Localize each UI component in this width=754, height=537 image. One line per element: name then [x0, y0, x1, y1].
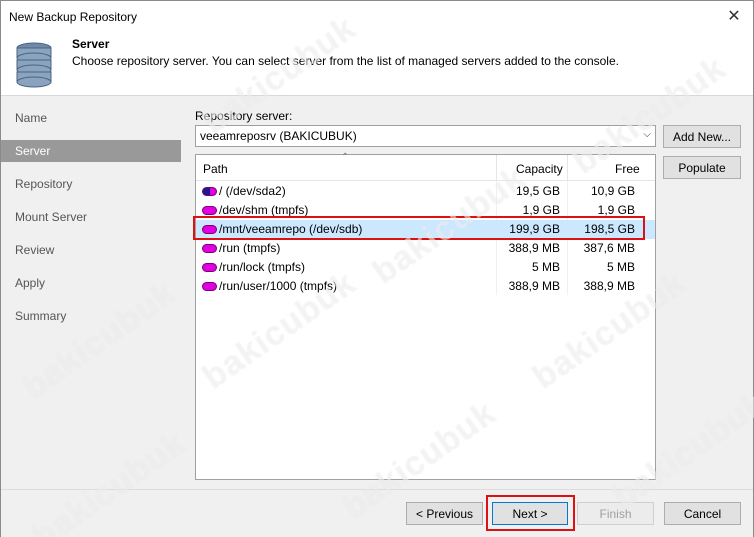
title-bar: New Backup Repository ✕	[1, 1, 753, 32]
table-row[interactable]: / (/dev/sda2) 19,5 GB 10,9 GB	[196, 182, 655, 201]
path-list: ⌃ Path Capacity Free / (/dev/sda2) 19,5 …	[195, 152, 656, 480]
table-row[interactable]: /run (tmpfs) 388,9 MB 387,6 MB	[196, 239, 655, 258]
nav-step-repository[interactable]: Repository	[1, 173, 181, 195]
sort-ascending-icon: ⌃	[341, 152, 350, 163]
repository-server-label: Repository server:	[195, 109, 293, 123]
column-header-free[interactable]: Free	[615, 155, 640, 181]
nav-step-review[interactable]: Review	[1, 239, 181, 261]
previous-button[interactable]: < Previous	[406, 502, 483, 525]
nav-step-name[interactable]: Name	[1, 107, 181, 129]
disk-icon	[202, 282, 217, 291]
nav-step-summary[interactable]: Summary	[1, 305, 181, 327]
chevron-down-icon[interactable]: ⌵	[643, 129, 651, 140]
table-row[interactable]: /run/lock (tmpfs) 5 MB 5 MB	[196, 258, 655, 277]
disk-icon	[202, 187, 217, 196]
list-header: ⌃ Path Capacity Free	[196, 152, 655, 181]
nav-step-server[interactable]: Server	[1, 140, 181, 162]
finish-button: Finish	[577, 502, 654, 525]
table-row[interactable]: /run/user/1000 (tmpfs) 388,9 MB 388,9 MB	[196, 277, 655, 296]
disk-icon	[202, 263, 217, 272]
window-title: New Backup Repository	[9, 10, 138, 24]
disk-icon	[202, 206, 217, 215]
new-backup-repository-dialog: New Backup Repository ✕ Server Choose re…	[0, 0, 754, 537]
add-new-button[interactable]: Add New...	[663, 125, 741, 148]
page-subtitle: Choose repository server. You can select…	[72, 54, 619, 68]
populate-button[interactable]: Populate	[663, 156, 741, 179]
column-header-path[interactable]: Path	[203, 155, 228, 181]
repository-server-dropdown[interactable]: veeamreposrv (BAKICUBUK) ⌵	[195, 125, 656, 147]
page-title: Server	[72, 37, 110, 51]
selected-row-highlight-box	[193, 216, 645, 240]
close-icon[interactable]: ✕	[719, 4, 749, 28]
repository-server-value: veeamreposrv (BAKICUBUK)	[200, 129, 357, 143]
column-header-capacity[interactable]: Capacity	[516, 155, 563, 181]
wizard-header: Server Choose repository server. You can…	[1, 32, 753, 96]
wizard-steps-nav: Name Server Repository Mount Server Revi…	[1, 97, 182, 489]
nav-step-apply[interactable]: Apply	[1, 272, 181, 294]
next-button-highlight-box	[486, 495, 575, 531]
database-icon	[16, 42, 52, 88]
disk-icon	[202, 244, 217, 253]
cancel-button[interactable]: Cancel	[664, 502, 741, 525]
nav-step-mount-server[interactable]: Mount Server	[1, 206, 181, 228]
